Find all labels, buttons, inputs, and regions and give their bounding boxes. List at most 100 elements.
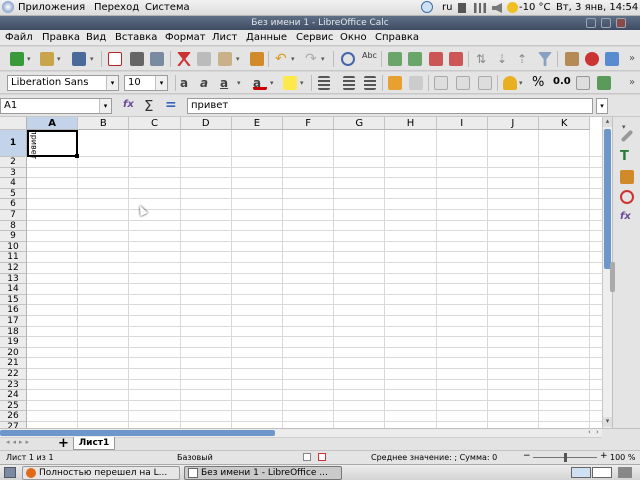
copy-icon[interactable] (197, 52, 211, 66)
zoom-in-icon[interactable]: + (600, 451, 608, 461)
volume-icon[interactable] (492, 3, 502, 13)
filter-icon[interactable] (538, 52, 552, 66)
column-header-e[interactable]: E (231, 117, 283, 130)
equals-icon[interactable]: = (165, 97, 179, 113)
menu-window[interactable]: Окно (340, 32, 367, 43)
workspace-1[interactable] (571, 467, 591, 478)
menu-data[interactable]: Данные (246, 32, 287, 43)
functions-icon[interactable]: fx (620, 211, 634, 225)
save-icon[interactable] (72, 52, 86, 66)
italic-icon[interactable]: a (200, 76, 214, 90)
system-menu[interactable]: Система (145, 2, 190, 13)
decimal-format[interactable]: 0.0 (553, 76, 571, 90)
wrap-icon[interactable] (388, 76, 402, 90)
new-doc-icon[interactable] (10, 52, 24, 66)
row-header-11[interactable]: 11 (0, 252, 27, 263)
select-all-corner[interactable] (0, 117, 27, 130)
align-top-icon[interactable] (434, 76, 448, 90)
merge-icon[interactable] (409, 76, 423, 90)
add-decimal-icon[interactable] (576, 76, 590, 90)
applications-menu[interactable]: Приложения (18, 2, 85, 13)
column-header-k[interactable]: K (539, 117, 591, 130)
row-header-8[interactable]: 8 (0, 220, 27, 232)
column-header-b[interactable]: B (78, 117, 130, 130)
battery-icon[interactable] (458, 3, 466, 13)
menu-help[interactable]: Справка (375, 32, 419, 43)
row-header-9[interactable]: 9 (0, 231, 27, 242)
spreadsheet-grid[interactable]: A B C D E F G H I J K 1 2 3 4 5 6 7 8 9 10 11 12 13 14 15 16 17 18 19… (0, 117, 602, 428)
row-header-16[interactable]: 16 (0, 305, 27, 316)
row-header-20[interactable]: 20 (0, 347, 27, 359)
chart-icon[interactable] (585, 52, 599, 66)
menu-file[interactable]: Файл (5, 32, 33, 43)
toolbar-overflow-icon[interactable]: » (629, 77, 635, 88)
chevron-down-icon[interactable]: ▾ (300, 79, 304, 87)
keyboard-layout[interactable]: ru (442, 2, 452, 13)
scroll-down-icon[interactable]: ▾ (603, 417, 612, 427)
paste-icon[interactable] (218, 52, 232, 66)
signal-icon[interactable] (474, 3, 486, 13)
maximize-icon[interactable] (601, 18, 611, 28)
row-header-7[interactable]: 7 (0, 210, 27, 221)
horizontal-scroll-thumb[interactable] (0, 430, 275, 436)
menu-sheet[interactable]: Лист (212, 32, 237, 43)
row-delete-icon[interactable] (429, 52, 443, 66)
align-left-icon[interactable] (318, 76, 330, 90)
clock[interactable]: Вт, 3 янв, 14:54 (556, 2, 638, 13)
sum-icon[interactable]: Σ (144, 97, 158, 115)
sort-icon[interactable]: ⇅ (476, 52, 490, 66)
row-header-24[interactable]: 24 (0, 390, 27, 401)
menu-tools[interactable]: Сервис (296, 32, 333, 43)
properties-icon[interactable] (620, 129, 634, 143)
row-header-2[interactable]: 2 (0, 157, 27, 168)
places-menu[interactable]: Переход (94, 2, 139, 13)
selection-mode-icon[interactable] (303, 453, 311, 461)
chevron-down-icon[interactable]: ▾ (236, 55, 240, 63)
percent-format[interactable]: % (532, 75, 546, 90)
font-name-combo[interactable]: Liberation Sans ▾ (7, 75, 119, 91)
print-icon[interactable] (130, 52, 144, 66)
tab-sheet1[interactable]: Лист1 (73, 437, 115, 450)
scroll-up-icon[interactable]: ▴ (603, 117, 612, 127)
formula-input[interactable]: привет (187, 98, 593, 114)
undo-icon[interactable]: ↶ (275, 52, 289, 66)
chevron-down-icon[interactable]: ▾ (99, 99, 111, 113)
column-header-f[interactable]: F (283, 117, 335, 130)
page-style[interactable]: Базовый (177, 453, 213, 462)
row-header-22[interactable]: 22 (0, 369, 27, 380)
toolbar-overflow-icon[interactable]: » (629, 53, 635, 64)
redo-icon[interactable]: ↷ (305, 52, 319, 66)
task-firefox[interactable]: Полностью перешел на L... (22, 466, 180, 480)
vertical-scroll-thumb[interactable] (604, 129, 611, 269)
selection-sum[interactable]: Среднее значение: ; Сумма: 0 (371, 453, 497, 462)
row-header-1[interactable]: 1 (0, 130, 27, 157)
task-calc[interactable]: Без имени 1 - LibreOffice ... (184, 466, 342, 480)
chevron-down-icon[interactable]: ▾ (155, 76, 167, 90)
row-header-6[interactable]: 6 (0, 199, 27, 210)
column-header-g[interactable]: G (334, 117, 386, 130)
row-header-13[interactable]: 13 (0, 273, 27, 285)
row-header-23[interactable]: 23 (0, 379, 27, 391)
fill-handle[interactable] (75, 154, 80, 158)
cell-a1[interactable]: привет (27, 130, 80, 159)
chevron-down-icon[interactable]: ▾ (519, 79, 523, 87)
chevron-down-icon[interactable]: ▾ (27, 55, 31, 63)
row-header-17[interactable]: 17 (0, 316, 27, 327)
navigator-icon[interactable] (620, 190, 634, 204)
menu-format[interactable]: Формат (165, 32, 206, 43)
chevron-down-icon[interactable]: ▾ (237, 79, 241, 87)
align-center-icon[interactable] (343, 76, 355, 90)
chevron-down-icon[interactable]: ▾ (106, 76, 118, 90)
doc-modified-icon[interactable] (318, 453, 326, 461)
spellcheck-icon[interactable]: Abc (362, 51, 377, 65)
add-sheet-icon[interactable]: + (58, 436, 69, 451)
row-insert-icon[interactable] (388, 52, 402, 66)
column-header-c[interactable]: C (129, 117, 181, 130)
align-right-icon[interactable] (364, 76, 376, 90)
bold-icon[interactable]: a (180, 76, 194, 90)
clone-icon[interactable] (250, 52, 264, 66)
trash-icon[interactable] (618, 467, 632, 478)
name-box[interactable]: A1 ▾ (0, 98, 112, 114)
sort-asc-icon[interactable]: ⇣ (497, 52, 511, 66)
row-header-3[interactable]: 3 (0, 167, 27, 179)
